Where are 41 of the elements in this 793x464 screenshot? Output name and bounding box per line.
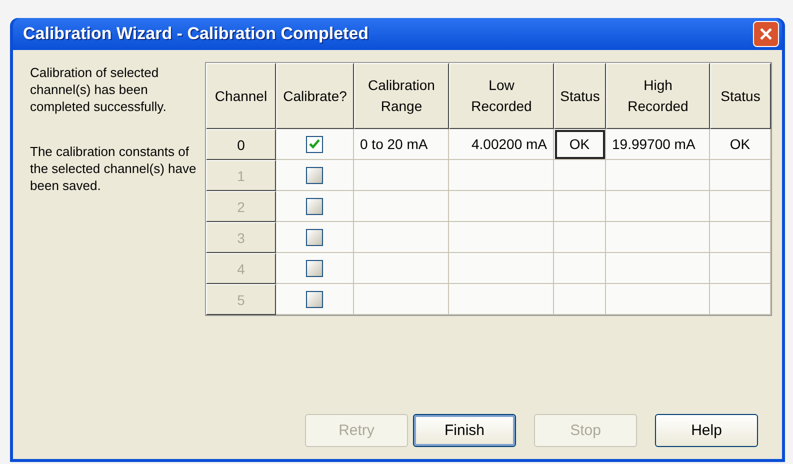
table-cell (710, 284, 771, 315)
channel-cell: 3 (206, 222, 276, 253)
checkbox[interactable] (306, 290, 323, 308)
table-cell (710, 160, 771, 191)
table-cell (710, 253, 771, 284)
table-cell (710, 191, 771, 222)
message-text: The calibration constants of the selected channel(s) have been saved. (30, 143, 198, 194)
column-header[interactable]: Status (710, 63, 771, 129)
table-cell (554, 284, 606, 315)
table-cell: 19.99700 mA (606, 129, 710, 160)
channel-cell: 0 (206, 129, 276, 160)
checkbox[interactable] (306, 136, 323, 152)
channel-cell: 5 (206, 284, 276, 315)
close-button[interactable] (753, 21, 779, 47)
column-header[interactable]: High Recorded (606, 63, 710, 129)
message-text: Calibration of selected channel(s) has been completed successfully. (30, 64, 168, 115)
table-cell (554, 160, 606, 191)
checkbox[interactable] (306, 166, 323, 184)
dialog-button[interactable]: Help (655, 414, 758, 447)
table-cell: 4.00200 mA (449, 129, 554, 160)
table-cell (710, 222, 771, 253)
channel-cell: 4 (206, 253, 276, 284)
dialog-button[interactable]: Finish (413, 414, 516, 447)
table-cell (554, 222, 606, 253)
table-cell: OK (710, 129, 771, 160)
column-header[interactable]: Channel (206, 63, 276, 129)
column-header[interactable]: Status (554, 63, 606, 129)
channel-cell: 1 (206, 160, 276, 191)
table-cell (554, 253, 606, 284)
window-title: Calibration Wizard - Calibration Completed (23, 24, 369, 44)
checkbox[interactable] (306, 228, 323, 246)
table-cell (554, 191, 606, 222)
table-cell: OK (554, 129, 606, 160)
checkbox[interactable] (306, 198, 323, 214)
column-header[interactable]: Calibrate? (276, 63, 354, 129)
channel-cell: 2 (206, 191, 276, 222)
column-header[interactable]: Calibration Range (354, 63, 449, 129)
column-header[interactable]: Low Recorded (449, 63, 554, 129)
checkbox[interactable] (306, 260, 323, 276)
close-icon (759, 27, 773, 41)
table-cell: 0 to 20 mA (354, 129, 449, 160)
